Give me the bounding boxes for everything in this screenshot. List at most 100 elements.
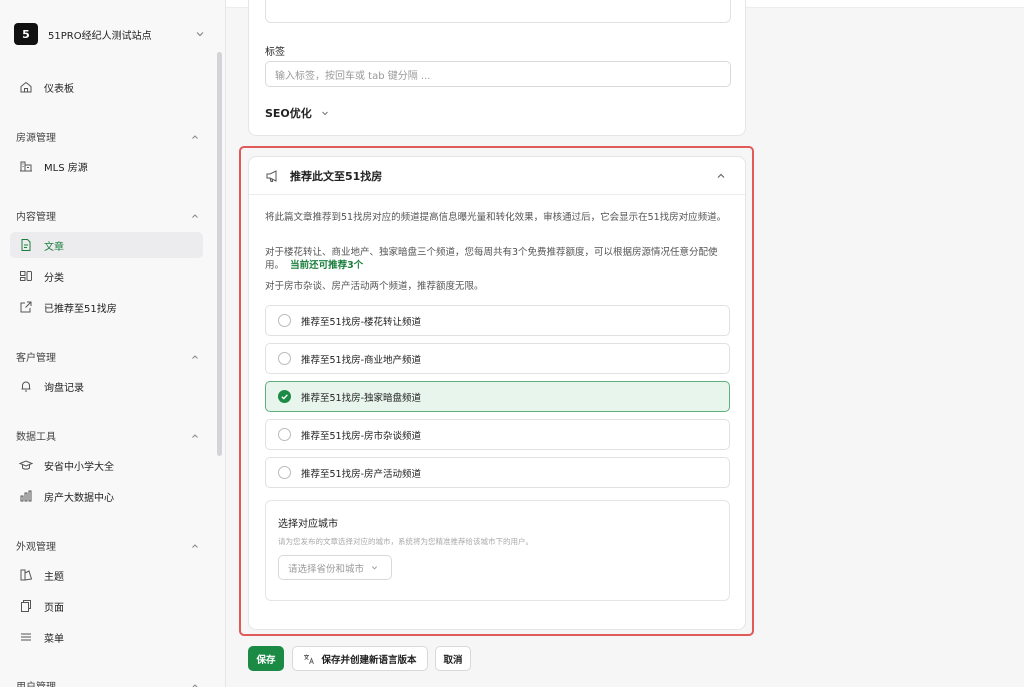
group-title: 客户管理 bbox=[16, 353, 56, 364]
option-label: 推荐至51找房-房产活动频道 bbox=[301, 468, 422, 480]
site-name: 51PRO经纪人测试站点 bbox=[48, 30, 152, 42]
category-icon bbox=[18, 268, 34, 284]
bar-chart-icon bbox=[18, 488, 34, 504]
sidebar-group-appearance[interactable]: 外观管理 bbox=[16, 538, 200, 553]
channel-option-commercial[interactable]: 推荐至51找房-商业地产频道 bbox=[265, 343, 730, 374]
sidebar-item-articles[interactable]: 文章 bbox=[10, 232, 203, 258]
radio-unchecked[interactable] bbox=[278, 466, 291, 479]
home-icon bbox=[18, 79, 34, 95]
menu-icon bbox=[18, 629, 34, 645]
chevron-up-icon bbox=[192, 543, 198, 548]
seo-label: SEO优化 bbox=[265, 107, 312, 120]
bell-icon bbox=[18, 378, 34, 394]
city-select-placeholder: 请选择省份和城市 bbox=[288, 563, 365, 575]
option-label: 推荐至51找房-独家暗盘频道 bbox=[301, 392, 422, 404]
city-title: 选择对应城市 bbox=[278, 519, 338, 530]
check-icon bbox=[281, 394, 288, 400]
group-title: 外观管理 bbox=[16, 542, 56, 553]
sidebar-item-mls[interactable]: MLS 房源 bbox=[10, 153, 203, 179]
seo-toggle[interactable]: SEO优化 bbox=[265, 105, 330, 121]
city-selection-box: 选择对应城市 请为您发布的文章选择对应的城市，系统将为您精准推荐给该城市下的用户… bbox=[265, 500, 730, 601]
sidebar-item-pages[interactable]: 页面 bbox=[10, 593, 203, 619]
tags-input[interactable]: 输入标签，按回车或 tab 键分隔 ... bbox=[265, 61, 731, 87]
sidebar-item-themes[interactable]: 主题 bbox=[10, 562, 203, 588]
city-hint: 请为您发布的文章选择对应的城市，系统将为您精准推荐给该城市下的用户。 bbox=[278, 537, 533, 546]
sidebar-group-customers[interactable]: 客户管理 bbox=[16, 349, 200, 364]
sidebar-item-label: MLS 房源 bbox=[44, 162, 88, 174]
radio-unchecked[interactable] bbox=[278, 428, 291, 441]
chevron-up-icon bbox=[192, 134, 198, 139]
channel-option-events[interactable]: 推荐至51找房-房产活动频道 bbox=[265, 457, 730, 488]
sidebar-item-label: 文章 bbox=[44, 241, 64, 253]
sidebar-item-label: 菜单 bbox=[44, 633, 64, 645]
sidebar-item-label: 房产大数据中心 bbox=[44, 492, 114, 504]
radio-unchecked[interactable] bbox=[278, 352, 291, 365]
group-title: 数据工具 bbox=[16, 432, 56, 443]
channel-option-exclusive[interactable]: 推荐至51找房-独家暗盘频道 bbox=[265, 381, 730, 412]
theme-icon bbox=[18, 567, 34, 583]
chevron-up-icon bbox=[192, 683, 198, 687]
site-switcher[interactable]: 5 51PRO经纪人测试站点 bbox=[14, 22, 212, 46]
translate-icon bbox=[304, 654, 315, 664]
sidebar-group-data-tools[interactable]: 数据工具 bbox=[16, 428, 200, 443]
summary-field[interactable] bbox=[265, 0, 731, 23]
school-icon bbox=[18, 457, 34, 473]
sidebar-item-label: 仪表板 bbox=[44, 83, 74, 95]
recommend-card: 推荐此文至51找房 将此篇文章推荐到51找房对应的频道提高信息曝光量和转化效果，… bbox=[248, 156, 746, 630]
sidebar-item-dashboard[interactable]: 仪表板 bbox=[10, 74, 203, 100]
sidebar-item-big-data[interactable]: 房产大数据中心 bbox=[10, 483, 203, 509]
quota-remaining: 当前还可推荐3个 bbox=[290, 260, 364, 271]
sidebar-group-users[interactable]: 用户管理 bbox=[16, 678, 200, 687]
sidebar: 5 51PRO经纪人测试站点 仪表板 房源管理 MLS 房源 内容管理 文章 分… bbox=[0, 0, 226, 687]
cancel-button[interactable]: 取消 bbox=[435, 646, 471, 671]
recommend-title: 推荐此文至51找房 bbox=[290, 169, 383, 183]
building-icon bbox=[18, 158, 34, 174]
chevron-down-icon bbox=[371, 566, 378, 570]
share-icon bbox=[18, 299, 34, 315]
option-label: 推荐至51找房-楼花转让频道 bbox=[301, 316, 422, 328]
sidebar-scrollbar[interactable] bbox=[217, 52, 222, 456]
option-label: 推荐至51找房-房市杂谈频道 bbox=[301, 430, 422, 442]
sidebar-item-label: 主题 bbox=[44, 571, 64, 583]
group-title: 房源管理 bbox=[16, 133, 56, 144]
sidebar-item-schools[interactable]: 安省中小学大全 bbox=[10, 452, 203, 478]
chevron-up-icon bbox=[192, 213, 198, 218]
recommend-desc-2: 对于楼花转让、商业地产、独家暗盘三个频道，您每周共有3个免费推荐额度，可以根据房… bbox=[265, 247, 718, 271]
radio-unchecked[interactable] bbox=[278, 314, 291, 327]
sidebar-item-label: 已推荐至51找房 bbox=[44, 303, 117, 315]
sidebar-item-label: 分类 bbox=[44, 272, 64, 284]
chevron-down-icon bbox=[196, 32, 204, 37]
recommend-desc-3: 对于房市杂谈、房产活动两个频道，推荐额度无限。 bbox=[265, 281, 484, 292]
sidebar-group-listings[interactable]: 房源管理 bbox=[16, 129, 200, 144]
chevron-down-icon bbox=[321, 111, 328, 116]
sidebar-item-label: 安省中小学大全 bbox=[44, 461, 114, 473]
document-icon bbox=[18, 237, 34, 253]
sidebar-item-recommended[interactable]: 已推荐至51找房 bbox=[10, 294, 203, 320]
save-button[interactable]: 保存 bbox=[248, 646, 284, 671]
save-new-language-button[interactable]: 保存并创建新语言版本 bbox=[292, 646, 428, 671]
article-form-card: 标签 输入标签，按回车或 tab 键分隔 ... SEO优化 bbox=[248, 0, 746, 136]
pages-icon bbox=[18, 598, 34, 614]
sidebar-item-label: 页面 bbox=[44, 602, 64, 614]
sidebar-group-content[interactable]: 内容管理 bbox=[16, 208, 200, 223]
channel-option-market-talk[interactable]: 推荐至51找房-房市杂谈频道 bbox=[265, 419, 730, 450]
radio-checked[interactable] bbox=[278, 390, 291, 403]
group-title: 内容管理 bbox=[16, 212, 56, 223]
save-new-language-label: 保存并创建新语言版本 bbox=[321, 654, 417, 666]
sidebar-item-label: 询盘记录 bbox=[44, 382, 84, 394]
city-select[interactable]: 请选择省份和城市 bbox=[278, 555, 392, 580]
recommend-desc-1: 将此篇文章推荐到51找房对应的频道提高信息曝光量和转化效果，审核通过后，它会显示… bbox=[265, 212, 727, 223]
chevron-up-icon bbox=[192, 354, 198, 359]
sidebar-item-inquiries[interactable]: 询盘记录 bbox=[10, 373, 203, 399]
megaphone-icon bbox=[266, 169, 277, 182]
group-title: 用户管理 bbox=[16, 678, 56, 687]
tags-label: 标签 bbox=[265, 47, 285, 58]
recommend-card-header[interactable]: 推荐此文至51找房 bbox=[249, 157, 745, 195]
chevron-up-icon bbox=[192, 433, 198, 438]
sidebar-item-categories[interactable]: 分类 bbox=[10, 263, 203, 289]
channel-option-presale[interactable]: 推荐至51找房-楼花转让频道 bbox=[265, 305, 730, 336]
chevron-up-icon[interactable] bbox=[715, 170, 727, 182]
site-logo: 5 bbox=[14, 23, 38, 45]
option-label: 推荐至51找房-商业地产频道 bbox=[301, 354, 422, 366]
sidebar-item-menus[interactable]: 菜单 bbox=[10, 624, 203, 650]
